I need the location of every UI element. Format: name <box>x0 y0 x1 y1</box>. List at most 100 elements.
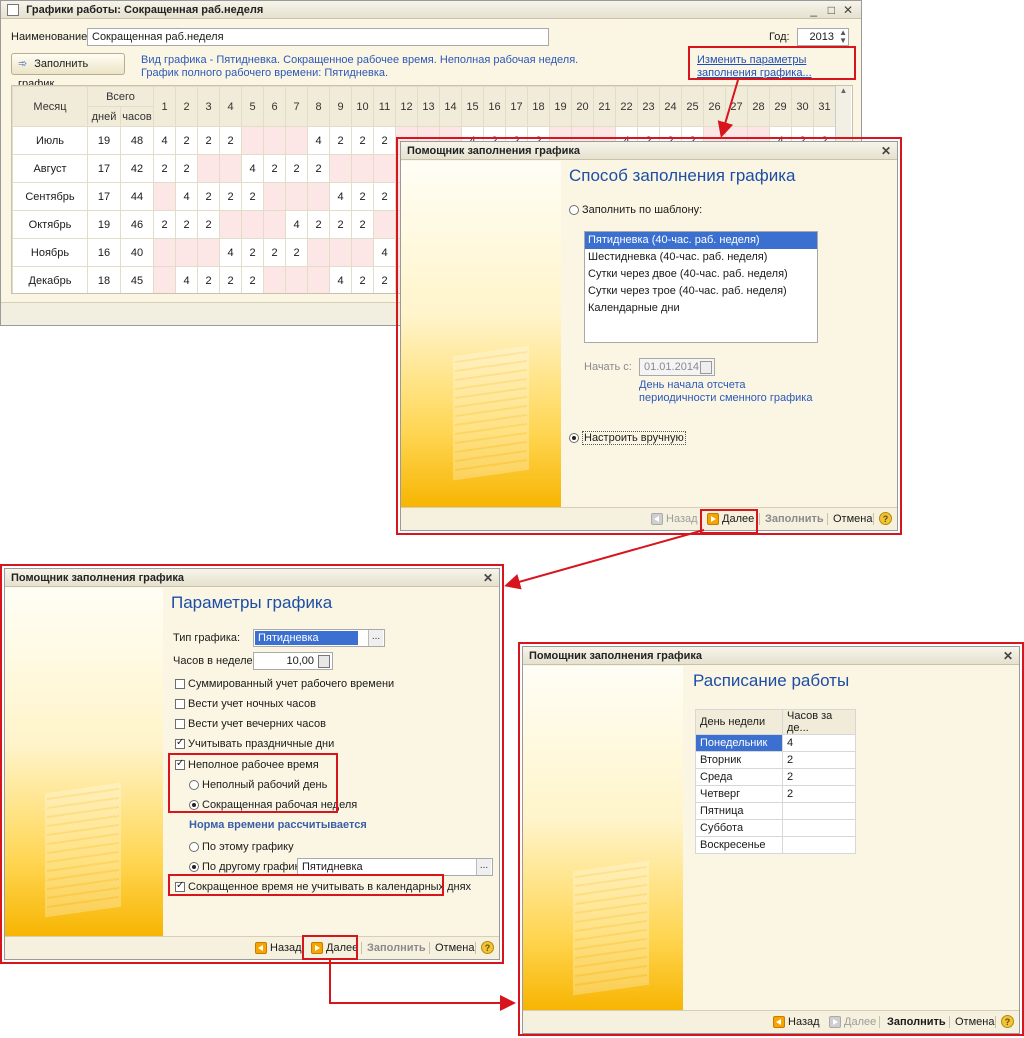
day-number-header: 15 <box>461 86 484 127</box>
day-number-header: 13 <box>417 86 440 127</box>
col-month-header: Месяц <box>12 86 88 127</box>
month-cell: Октябрь <box>12 210 88 239</box>
day-cell[interactable] <box>351 154 374 183</box>
day-cell[interactable]: 4 <box>241 154 264 183</box>
day-cell[interactable]: 2 <box>153 210 176 239</box>
day-cell[interactable]: 2 <box>285 154 308 183</box>
day-cell[interactable]: 2 <box>219 266 242 293</box>
day-number-header: 22 <box>615 86 638 127</box>
day-cell[interactable]: 2 <box>307 210 330 239</box>
day-cell[interactable] <box>285 126 308 155</box>
day-cell[interactable] <box>241 126 264 155</box>
day-cell[interactable]: 2 <box>351 182 374 211</box>
day-cell[interactable]: 2 <box>241 266 264 293</box>
day-cell[interactable]: 4 <box>153 126 176 155</box>
day-cell[interactable]: 4 <box>373 238 396 267</box>
day-cell[interactable]: 2 <box>351 210 374 239</box>
days-cell: 17 <box>87 182 121 211</box>
fill-schedule-button[interactable]: ➾ Заполнить график <box>11 53 125 90</box>
day-cell[interactable]: 2 <box>373 126 396 155</box>
day-cell[interactable]: 2 <box>307 154 330 183</box>
schedule-info-line2: График полного рабочего времени: Пятидне… <box>141 67 389 79</box>
day-cell[interactable]: 2 <box>285 238 308 267</box>
day-cell[interactable]: 2 <box>263 238 286 267</box>
day-cell[interactable]: 4 <box>329 266 352 293</box>
col-days-header: дней <box>87 106 121 127</box>
day-number-header: 9 <box>329 86 352 127</box>
arrow-dialog1-to-dialog2 <box>504 529 705 590</box>
days-cell: 16 <box>87 238 121 267</box>
day-cell[interactable]: 2 <box>219 126 242 155</box>
scroll-up-icon[interactable]: ▲ <box>836 86 851 95</box>
day-cell[interactable] <box>241 210 264 239</box>
day-cell[interactable]: 2 <box>175 210 198 239</box>
day-cell[interactable] <box>329 238 352 267</box>
day-cell[interactable] <box>197 154 220 183</box>
day-cell[interactable] <box>219 154 242 183</box>
day-cell[interactable]: 2 <box>219 182 242 211</box>
day-cell[interactable] <box>263 266 286 293</box>
day-cell[interactable]: 2 <box>263 154 286 183</box>
day-cell[interactable]: 4 <box>307 126 330 155</box>
day-cell[interactable] <box>307 238 330 267</box>
day-cell[interactable]: 2 <box>153 154 176 183</box>
day-cell[interactable] <box>219 210 242 239</box>
day-cell[interactable]: 2 <box>373 182 396 211</box>
day-cell[interactable]: 2 <box>241 238 264 267</box>
day-cell[interactable]: 2 <box>197 182 220 211</box>
day-cell[interactable] <box>329 154 352 183</box>
day-cell[interactable]: 2 <box>175 126 198 155</box>
dialog1-highlight <box>396 137 902 535</box>
day-cell[interactable]: 2 <box>197 126 220 155</box>
day-cell[interactable]: 4 <box>219 238 242 267</box>
year-input[interactable]: 2013 ▲ ▼ <box>797 28 849 46</box>
spin-icon[interactable]: ▲ ▼ <box>839 29 847 45</box>
day-cell[interactable] <box>285 182 308 211</box>
change-link-highlight <box>688 46 856 80</box>
day-cell[interactable]: 2 <box>329 126 352 155</box>
day-cell[interactable]: 4 <box>175 182 198 211</box>
day-cell[interactable] <box>373 154 396 183</box>
day-number-header: 7 <box>285 86 308 127</box>
main-title-bar: Графики работы: Сокращенная раб.неделя _… <box>1 1 861 19</box>
day-cell[interactable] <box>351 238 374 267</box>
day-cell[interactable] <box>263 210 286 239</box>
day-cell[interactable]: 2 <box>241 182 264 211</box>
hours-cell: 44 <box>120 182 154 211</box>
hours-cell: 46 <box>120 210 154 239</box>
day-cell[interactable] <box>373 210 396 239</box>
day-cell[interactable] <box>153 238 176 267</box>
hours-cell: 45 <box>120 266 154 293</box>
day-cell[interactable]: 2 <box>351 126 374 155</box>
day-cell[interactable] <box>285 266 308 293</box>
day-cell[interactable] <box>263 182 286 211</box>
day-cell[interactable]: 4 <box>285 210 308 239</box>
day-number-header: 31 <box>813 86 836 127</box>
day-cell[interactable] <box>263 126 286 155</box>
day-cell[interactable] <box>307 182 330 211</box>
day-cell[interactable] <box>153 182 176 211</box>
day-number-header: 8 <box>307 86 330 127</box>
day-cell[interactable]: 2 <box>329 210 352 239</box>
minimize-icon[interactable]: _ <box>810 1 817 19</box>
col-hours-header: часов <box>120 106 154 127</box>
hours-cell: 42 <box>120 154 154 183</box>
maximize-icon[interactable]: □ <box>828 1 835 19</box>
day-cell[interactable] <box>307 266 330 293</box>
day-cell[interactable]: 2 <box>175 154 198 183</box>
month-cell: Август <box>12 154 88 183</box>
day-cell[interactable]: 4 <box>175 266 198 293</box>
day-number-header: 11 <box>373 86 396 127</box>
close-icon[interactable]: ✕ <box>843 1 853 19</box>
day-cell[interactable] <box>175 238 198 267</box>
day-number-header: 19 <box>549 86 572 127</box>
day-cell[interactable]: 2 <box>197 266 220 293</box>
day-cell[interactable]: 2 <box>351 266 374 293</box>
name-input[interactable]: Сокращенная раб.неделя <box>87 28 549 46</box>
main-title: Графики работы: Сокращенная раб.неделя <box>26 4 264 16</box>
day-cell[interactable]: 2 <box>197 210 220 239</box>
day-cell[interactable]: 2 <box>373 266 396 293</box>
day-cell[interactable]: 4 <box>329 182 352 211</box>
day-cell[interactable] <box>153 266 176 293</box>
day-cell[interactable] <box>197 238 220 267</box>
